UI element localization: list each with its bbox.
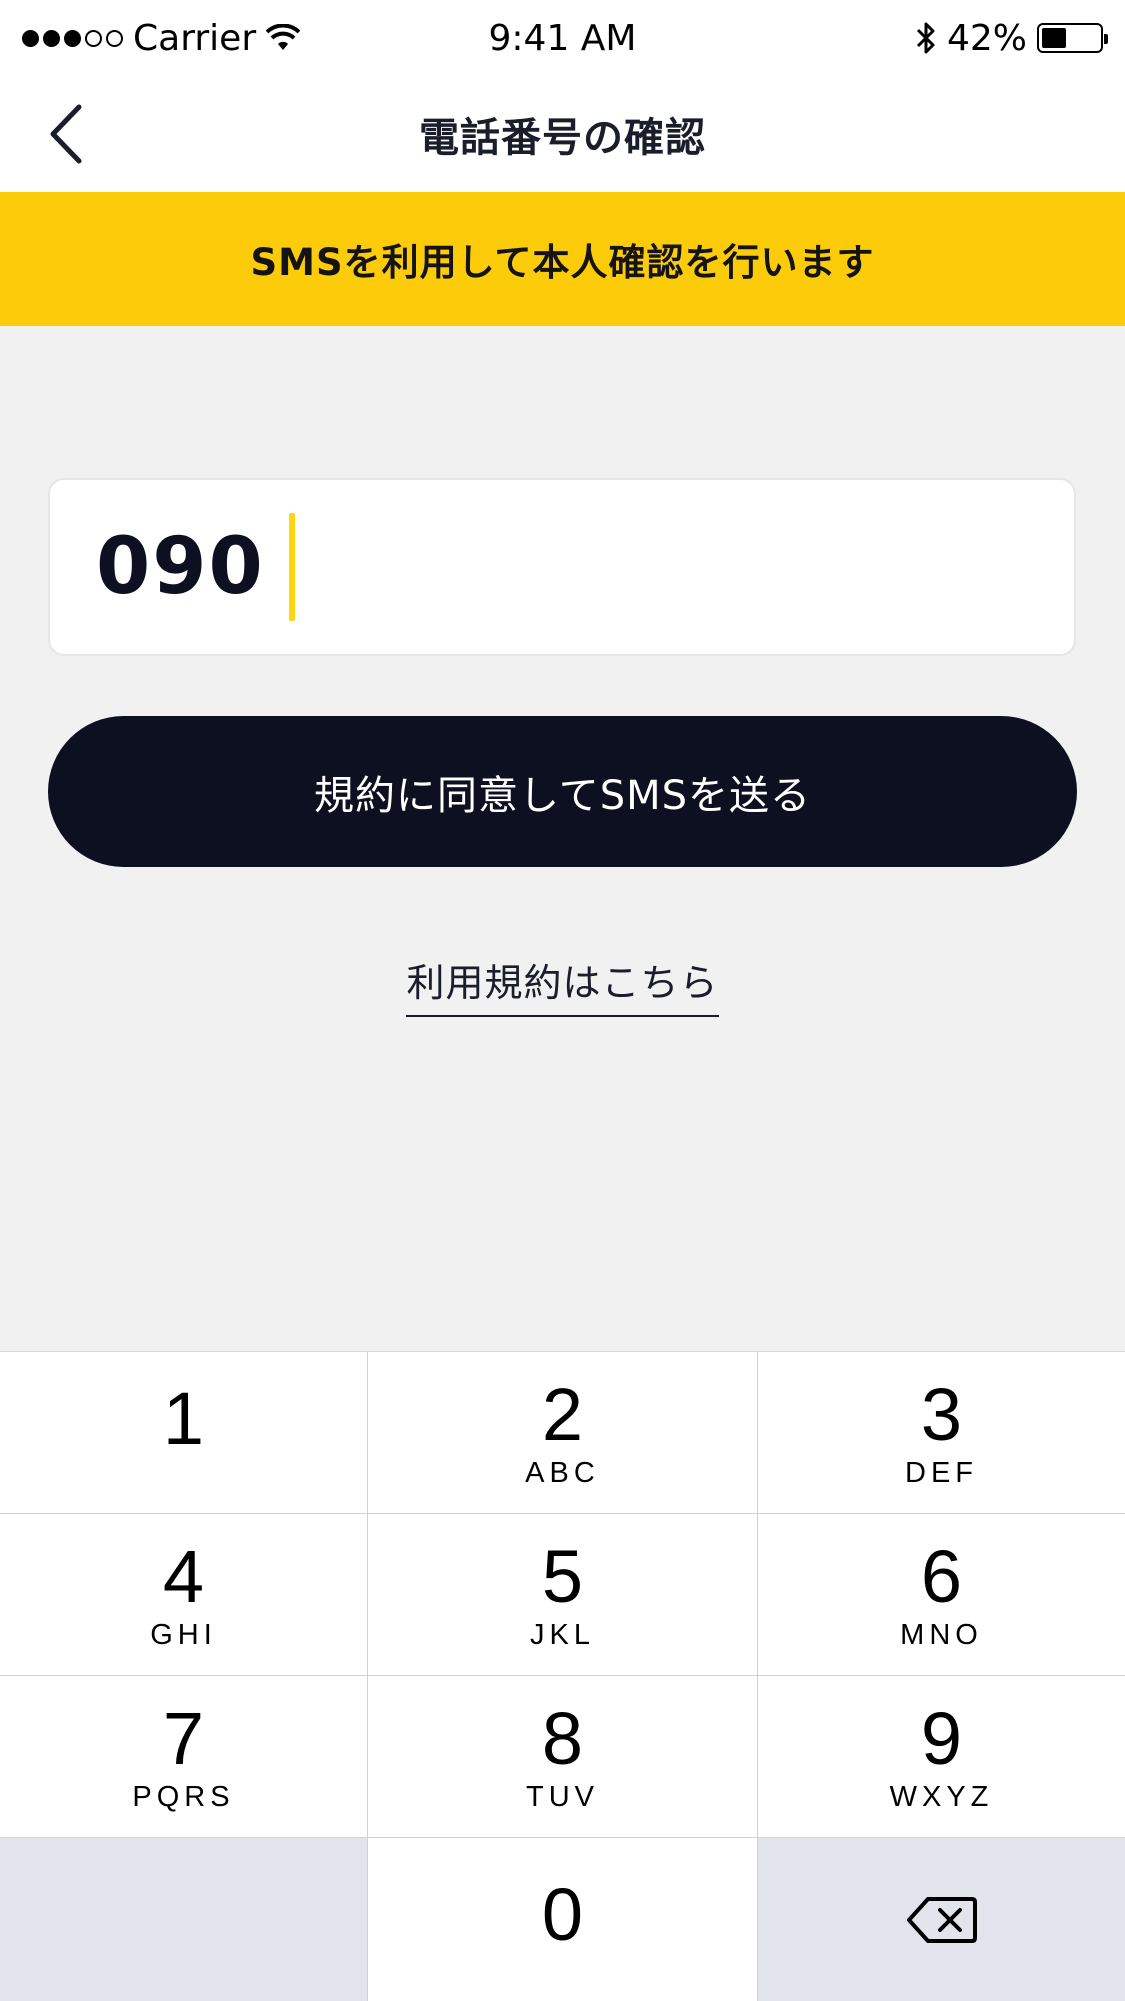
key-6[interactable]: 6 MNO [758,1514,1125,1675]
banner-text: SMSを利用して本人確認を行います [250,241,875,284]
key-3[interactable]: 3 DEF [758,1352,1125,1513]
status-left: Carrier [22,17,301,59]
battery-icon [1037,23,1108,53]
key-digit: 0 [541,1872,584,1956]
key-digit: 5 [541,1535,584,1618]
key-letters: GHI [150,1619,217,1651]
key-letters: WXYZ [889,1781,994,1813]
key-digit: 7 [162,1697,205,1780]
key-4[interactable]: 4 GHI [0,1514,367,1675]
key-letters: JKL [530,1619,595,1651]
key-9[interactable]: 9 WXYZ [758,1676,1125,1837]
key-7[interactable]: 7 PQRS [0,1676,367,1837]
key-letters: DEF [905,1457,978,1489]
chevron-left-icon [50,104,82,164]
phone-number-value: 090 [96,522,265,612]
text-caret [288,513,295,621]
key-blank [0,1838,367,2001]
key-5[interactable]: 5 JKL [368,1514,757,1675]
key-letters: TUV [526,1781,599,1813]
battery-percent: 42% [946,17,1027,59]
carrier-label: Carrier [133,17,257,59]
send-button-label: 規約に同意してSMSを送る [313,772,812,819]
key-1[interactable]: 1 [0,1352,367,1513]
key-letters: ABC [525,1457,600,1489]
phone-number-input[interactable]: 090 [48,478,1076,656]
wifi-icon [266,24,301,50]
terms-link-container: 利用規約はこちら [0,952,1125,1017]
key-letters: MNO [900,1619,983,1651]
signal-strength-icon [22,29,123,47]
key-2[interactable]: 2 ABC [368,1352,757,1513]
info-banner: SMSを利用して本人確認を行います [0,192,1125,326]
bluetooth-icon [916,22,935,54]
numeric-keypad: 1 2 ABC 3 DEF 4 GHI 5 JKL 6 MNO 7 PQRS 8… [0,1351,1125,2001]
page-title: 電話番号の確認 [419,115,706,161]
key-letters: PQRS [132,1781,235,1813]
status-bar: Carrier 9:41 AM 42% [0,0,1125,76]
back-button[interactable] [30,94,100,174]
backspace-icon [906,1896,977,1943]
key-digit: 9 [920,1697,963,1780]
agree-send-sms-button[interactable]: 規約に同意してSMSを送る [48,716,1077,867]
key-digit: 6 [920,1535,963,1618]
key-digit: 3 [920,1373,963,1456]
key-8[interactable]: 8 TUV [368,1676,757,1837]
nav-bar: 電話番号の確認 [0,76,1125,192]
key-0[interactable]: 0 [368,1838,757,2001]
key-digit: 4 [162,1535,205,1618]
key-digit: 2 [541,1373,584,1456]
battery-level [1042,28,1066,48]
key-digit: 8 [541,1697,584,1780]
terms-link[interactable]: 利用規約はこちら [406,952,719,1017]
status-right: 42% [915,17,1108,59]
key-digit: 1 [162,1376,205,1460]
delete-key[interactable] [758,1838,1125,2001]
